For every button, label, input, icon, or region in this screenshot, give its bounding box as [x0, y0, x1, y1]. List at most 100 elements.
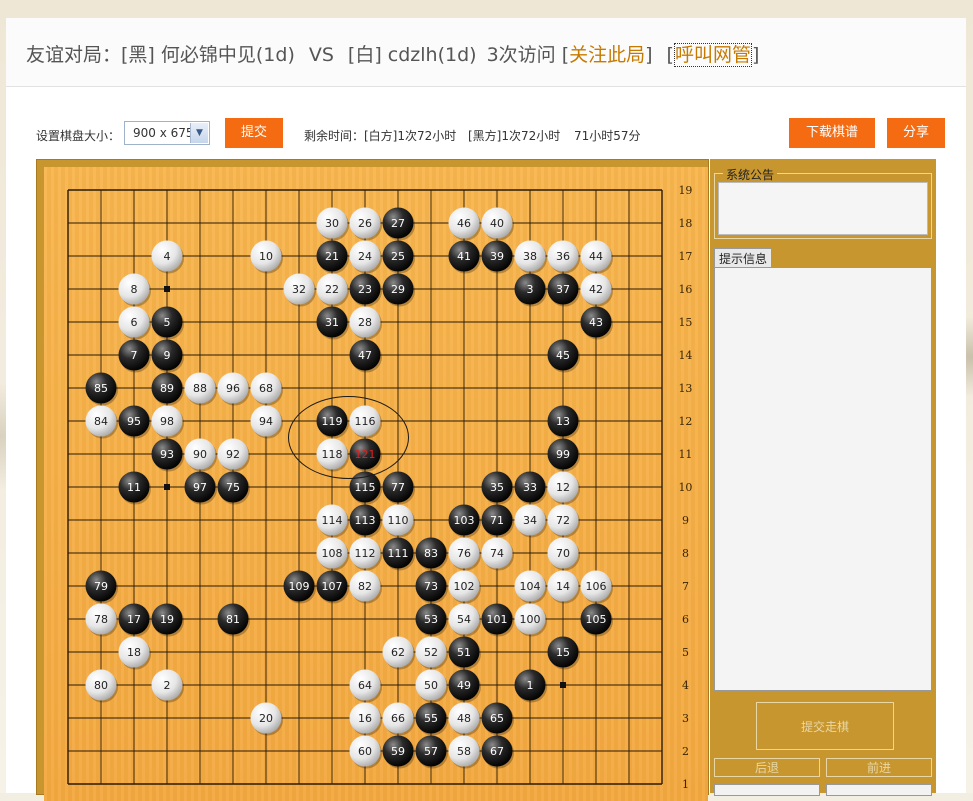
move-number: 51 [457, 646, 471, 659]
highlight-circle [288, 396, 409, 479]
move-number: 106 [586, 580, 607, 593]
row-label: 14 [678, 349, 692, 362]
move-number: 20 [259, 712, 273, 725]
board-size-select[interactable]: 900 x 675 ▼ [124, 121, 210, 145]
board-size-value: 900 x 675 [133, 126, 194, 140]
move-number: 33 [523, 481, 537, 494]
move-number: 29 [391, 283, 405, 296]
row-label: 7 [682, 580, 689, 593]
white-player[interactable]: [白] cdzlh(1d) [348, 44, 477, 66]
move-number: 58 [457, 745, 471, 758]
row-label: 13 [678, 382, 692, 395]
move-number: 64 [358, 679, 372, 692]
submit-move-button[interactable]: 提交走棋 [756, 702, 894, 750]
move-number: 8 [131, 283, 138, 296]
move-number: 116 [355, 415, 376, 428]
move-number: 21 [325, 250, 339, 263]
go-board[interactable]: 19 18 17 16 15 14 13 12 11 10 9 8 7 6 5 4 3 2 1 1 2 3 4 5 6 7 8 9 10… [44, 167, 708, 801]
tab-hint-info[interactable]: 提示信息 [714, 248, 772, 269]
follow-game-link[interactable]: 关注此局 [569, 44, 645, 66]
row-label: 11 [678, 448, 692, 461]
move-number: 49 [457, 679, 471, 692]
move-number: 79 [94, 580, 108, 593]
move-number: 15 [556, 646, 570, 659]
chevron-down-icon[interactable]: ▼ [190, 123, 208, 143]
move-number: 3 [527, 283, 534, 296]
move-number: 109 [289, 580, 310, 593]
move-number: 66 [391, 712, 405, 725]
move-number: 18 [127, 646, 141, 659]
move-number: 73 [424, 580, 438, 593]
move-number: 75 [226, 481, 240, 494]
move-number: 47 [358, 349, 372, 362]
star-point [560, 682, 566, 688]
move-number: 38 [523, 250, 537, 263]
move-number: 5 [164, 316, 171, 329]
move-number: 7 [131, 349, 138, 362]
row-label: 2 [682, 745, 689, 758]
move-number: 97 [193, 481, 207, 494]
move-number: 60 [358, 745, 372, 758]
move-number: 71 [490, 514, 504, 527]
move-number: 72 [556, 514, 570, 527]
move-number: 11 [127, 481, 141, 494]
row-label: 18 [678, 217, 692, 230]
move-number: 28 [358, 316, 372, 329]
title-bar: 友谊对局：[黑] 何必锦中见(1d) VS [白] cdzlh(1d) 3次访问 [关… [6, 18, 966, 87]
move-number: 24 [358, 250, 372, 263]
go-board-canvas[interactable]: 1918171615141312111098765432112345678910… [44, 167, 708, 794]
move-number: 92 [226, 448, 240, 461]
game-type-label: 友谊对局： [26, 44, 122, 66]
move-number: 74 [490, 547, 504, 560]
row-label: 4 [682, 679, 689, 692]
go-board-frame: 19 18 17 16 15 14 13 12 11 10 9 8 7 6 5 4 3 2 1 1 2 3 4 5 6 7 8 9 10… [36, 159, 709, 801]
move-number: 114 [322, 514, 343, 527]
submit-size-button[interactable]: 提交 [225, 118, 283, 148]
row-label: 1 [682, 778, 689, 791]
move-number: 111 [388, 547, 409, 560]
move-number: 76 [457, 547, 471, 560]
move-number: 31 [325, 316, 339, 329]
move-number: 34 [523, 514, 537, 527]
move-number: 118 [322, 448, 343, 461]
move-number: 85 [94, 382, 108, 395]
move-number: 93 [160, 448, 174, 461]
action-button-left[interactable] [714, 784, 820, 796]
forward-button[interactable]: 前进 [826, 758, 932, 777]
move-number: 115 [355, 481, 376, 494]
move-number: 84 [94, 415, 108, 428]
move-number: 102 [454, 580, 475, 593]
move-number: 14 [556, 580, 570, 593]
move-number: 90 [193, 448, 207, 461]
announcement-box: 系统公告 [714, 166, 932, 239]
row-label: 5 [682, 646, 689, 659]
move-number: 103 [454, 514, 475, 527]
back-button[interactable]: 后退 [714, 758, 820, 777]
move-number: 107 [322, 580, 343, 593]
move-number: 22 [325, 283, 339, 296]
action-button-right[interactable] [826, 784, 932, 796]
move-number: 17 [127, 613, 141, 626]
move-number: 78 [94, 613, 108, 626]
download-record-button[interactable]: 下载棋谱 [789, 118, 875, 148]
move-number: 41 [457, 250, 471, 263]
move-number: 54 [457, 613, 471, 626]
call-admin-link[interactable]: 呼叫网管 [673, 43, 752, 67]
move-number: 16 [358, 712, 372, 725]
side-panel: 系统公告 提示信息 提交走棋 后退 前进 [710, 159, 936, 796]
row-label: 10 [678, 481, 692, 494]
move-number: 65 [490, 712, 504, 725]
white-time: [白方]1次72小时 [364, 129, 457, 143]
share-button[interactable]: 分享 [887, 118, 945, 148]
move-number: 89 [160, 382, 174, 395]
move-number: 6 [131, 316, 138, 329]
move-number: 81 [226, 613, 240, 626]
move-number: 23 [358, 283, 372, 296]
move-number: 119 [322, 415, 343, 428]
move-number: 46 [457, 217, 471, 230]
move-number: 104 [520, 580, 541, 593]
move-number: 53 [424, 613, 438, 626]
black-player[interactable]: [黑] 何必锦中见(1d) [121, 44, 295, 66]
vs-label: VS [308, 44, 334, 66]
move-number: 113 [355, 514, 376, 527]
